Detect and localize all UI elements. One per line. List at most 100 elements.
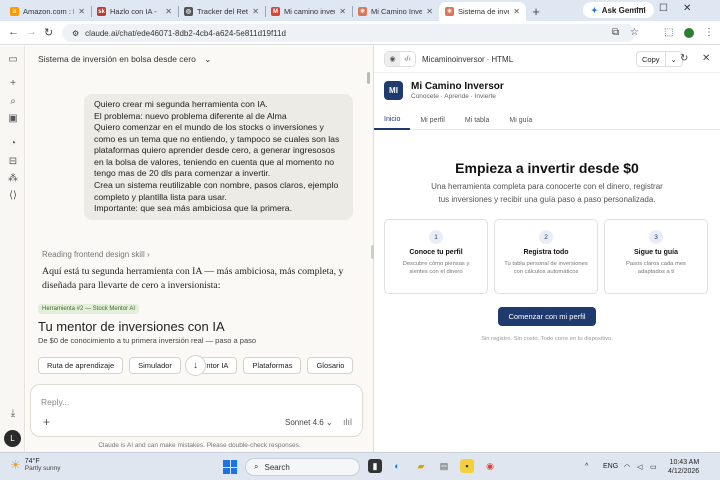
skill-status[interactable]: Reading frontend design skill › xyxy=(42,250,150,259)
tab-title: Hazlo con IA - xyxy=(110,7,157,16)
tool-badge: Herramienta #2 — Stock Mentor AI xyxy=(38,304,140,314)
hazlo-icon: sk xyxy=(97,7,106,16)
task-view-icon[interactable]: ▮ xyxy=(368,459,382,473)
step-description: Tu tabla personal de inversiones con cál… xyxy=(504,261,588,276)
close-tab-icon[interactable]: ✕ xyxy=(165,7,172,16)
bookmark-star-icon[interactable]: ☆ xyxy=(630,27,639,38)
extensions-icon[interactable]: ⬚ xyxy=(664,27,673,38)
model-selector[interactable]: Sonnet 4.6 ⌄ xyxy=(285,418,333,427)
app-tab[interactable]: Mi tabla xyxy=(455,110,500,130)
step-title: Sigue tu guía xyxy=(634,249,678,256)
search-icon[interactable]: ⌕ xyxy=(7,96,19,107)
user-avatar[interactable]: L xyxy=(4,430,21,447)
apps-grid-icon[interactable]: ⁂ xyxy=(7,173,19,184)
new-chat-icon[interactable]: + xyxy=(7,78,19,89)
browser-tab[interactable]: ✳ Sistema de inversi✕ xyxy=(439,2,526,21)
reply-input[interactable]: Reply... xyxy=(41,397,69,407)
forward-icon[interactable]: → xyxy=(26,26,37,38)
projects-icon[interactable]: ▣ xyxy=(7,113,19,124)
volume-icon[interactable]: ◁ xyxy=(637,463,642,471)
back-icon[interactable]: ← xyxy=(8,26,19,38)
sidebar-toggle-icon[interactable]: ▭ xyxy=(7,54,19,65)
taskbar-search-label: Search xyxy=(264,462,290,472)
browser-tab[interactable]: M Mi camino inversor ✕ xyxy=(265,2,352,21)
arrow-down-icon: ↓ xyxy=(193,360,198,371)
chat-title[interactable]: Sistema de inversión en bolsa desde cero… xyxy=(38,54,211,65)
file-explorer-icon[interactable]: ▰ xyxy=(414,459,428,473)
battery-icon[interactable]: ▭ xyxy=(650,463,657,471)
menu-icon[interactable]: ⋮ xyxy=(704,27,714,38)
taskbar-search[interactable]: ⌕ Search xyxy=(245,458,360,476)
tray-chevron-icon[interactable]: ^ xyxy=(585,463,588,470)
app-tab[interactable]: Mi perfil xyxy=(410,110,455,130)
step-description: Pasos claros cada mes adaptados a ti xyxy=(626,261,686,276)
copy-button[interactable]: Copy ⌄ xyxy=(636,51,683,67)
tool-chip[interactable]: Glosario xyxy=(307,357,354,374)
refresh-icon[interactable]: ↻ xyxy=(680,53,688,64)
chevron-right-icon: › xyxy=(146,250,150,259)
scroll-down-button[interactable]: ↓ xyxy=(185,355,206,376)
tool-chip[interactable]: Ruta de aprendizaje xyxy=(38,357,124,374)
user-message-line: plataformas quiero aprender desde cero, … xyxy=(94,145,335,156)
copy-label: Copy xyxy=(642,54,660,64)
close-icon[interactable]: ✕ xyxy=(702,53,710,64)
clock[interactable]: 10:43 AM 4/12/2026 xyxy=(668,458,699,476)
app-logo: MI xyxy=(384,81,403,100)
hero-subtitle: Una herramienta completa para conocerte … xyxy=(431,182,663,204)
tab-search-icon[interactable]: ⌄ xyxy=(610,3,618,14)
eye-icon[interactable]: ◉ xyxy=(385,52,400,66)
close-tab-icon[interactable]: ✕ xyxy=(339,7,346,16)
new-tab-button[interactable]: + xyxy=(526,2,546,21)
code-icon[interactable]: ⟨⟩ xyxy=(7,190,19,201)
wifi-icon[interactable]: ◠ xyxy=(624,463,630,471)
voice-mode-icon[interactable]: ılıl xyxy=(343,417,352,427)
app-tab[interactable]: Mi guía xyxy=(499,110,542,130)
artifact-title: Micaminoinversor · HTML xyxy=(422,55,514,64)
close-tab-icon[interactable]: ✕ xyxy=(513,7,520,16)
windows-start-icon[interactable] xyxy=(223,460,237,474)
language-indicator[interactable]: ENG xyxy=(603,463,618,470)
chat-scrollbar[interactable] xyxy=(367,72,370,84)
weather-widget[interactable]: ☀ 74°F Partly sunny xyxy=(10,458,61,472)
start-profile-button[interactable]: Comenzar con mi perfil xyxy=(498,307,596,326)
close-window-icon[interactable]: ✕ xyxy=(683,3,691,14)
sticky-notes-icon[interactable]: ▪ xyxy=(460,459,474,473)
artifacts-icon[interactable]: ⊟ xyxy=(7,156,19,167)
cast-icon[interactable]: ⧉ xyxy=(612,27,619,38)
search-icon: ⌕ xyxy=(254,462,259,471)
tab-title: Tracker del Reto N xyxy=(197,7,248,16)
app-tab[interactable]: Inicio xyxy=(374,110,411,130)
url-bar[interactable]: ⚙ claude.ai/chat/ede46071-8db2-4cb4-a624… xyxy=(62,24,636,42)
user-message-line: Quiero crear mi segunda herramienta con … xyxy=(94,99,268,109)
user-message-line: El problema: nuevo problema diferente al… xyxy=(94,110,287,121)
step-title: Registra todo xyxy=(523,249,569,256)
minimize-icon[interactable]: — xyxy=(635,3,645,14)
preview-code-toggle[interactable]: ◉ ‹/› xyxy=(384,51,416,67)
artifact-header: ◉ ‹/› Micaminoinversor · HTML Copy ⌄ ↻ ✕ xyxy=(374,46,720,73)
temperature: 74°F xyxy=(24,458,40,465)
close-tab-icon[interactable]: ✕ xyxy=(426,7,433,16)
app-tagline: Conocete · Aprende · Invierte xyxy=(411,93,496,100)
profile-avatar[interactable] xyxy=(684,28,694,38)
download-icon[interactable]: ⤓ xyxy=(7,408,19,419)
browser-tab[interactable]: ✳ Mi Camino Inverso✕ xyxy=(352,2,439,21)
close-tab-icon[interactable]: ✕ xyxy=(252,7,259,16)
browser-tab[interactable]: sk Hazlo con IA - ✕ xyxy=(91,2,178,21)
clock-date: 4/12/2026 xyxy=(668,468,700,476)
tool-chip[interactable]: Simulador xyxy=(129,357,181,374)
browser-tab[interactable]: ◎ Tracker del Reto N ✕ xyxy=(178,2,265,21)
weather-text: Partly sunny xyxy=(24,465,61,472)
chats-icon[interactable]: ◔ xyxy=(7,138,19,149)
restore-icon[interactable]: ☐ xyxy=(659,3,668,14)
edge-icon[interactable]: ◐ xyxy=(390,459,404,473)
attach-plus-icon[interactable]: + xyxy=(43,415,50,429)
close-tab-icon[interactable]: ✕ xyxy=(78,7,85,16)
site-info-icon[interactable]: ⚙ xyxy=(72,29,79,38)
store-icon[interactable]: ▤ xyxy=(437,459,451,473)
composer[interactable]: Reply... + Sonnet 4.6 ⌄ ılıl xyxy=(30,384,363,437)
reload-icon[interactable]: ↻ xyxy=(44,26,53,39)
code-icon[interactable]: ‹/› xyxy=(400,52,415,66)
chrome-icon[interactable]: ◉ xyxy=(483,459,497,473)
browser-tab[interactable]: a Amazon.com : Mi ✕ xyxy=(4,2,91,21)
tool-chip[interactable]: Plataformas xyxy=(243,357,302,374)
